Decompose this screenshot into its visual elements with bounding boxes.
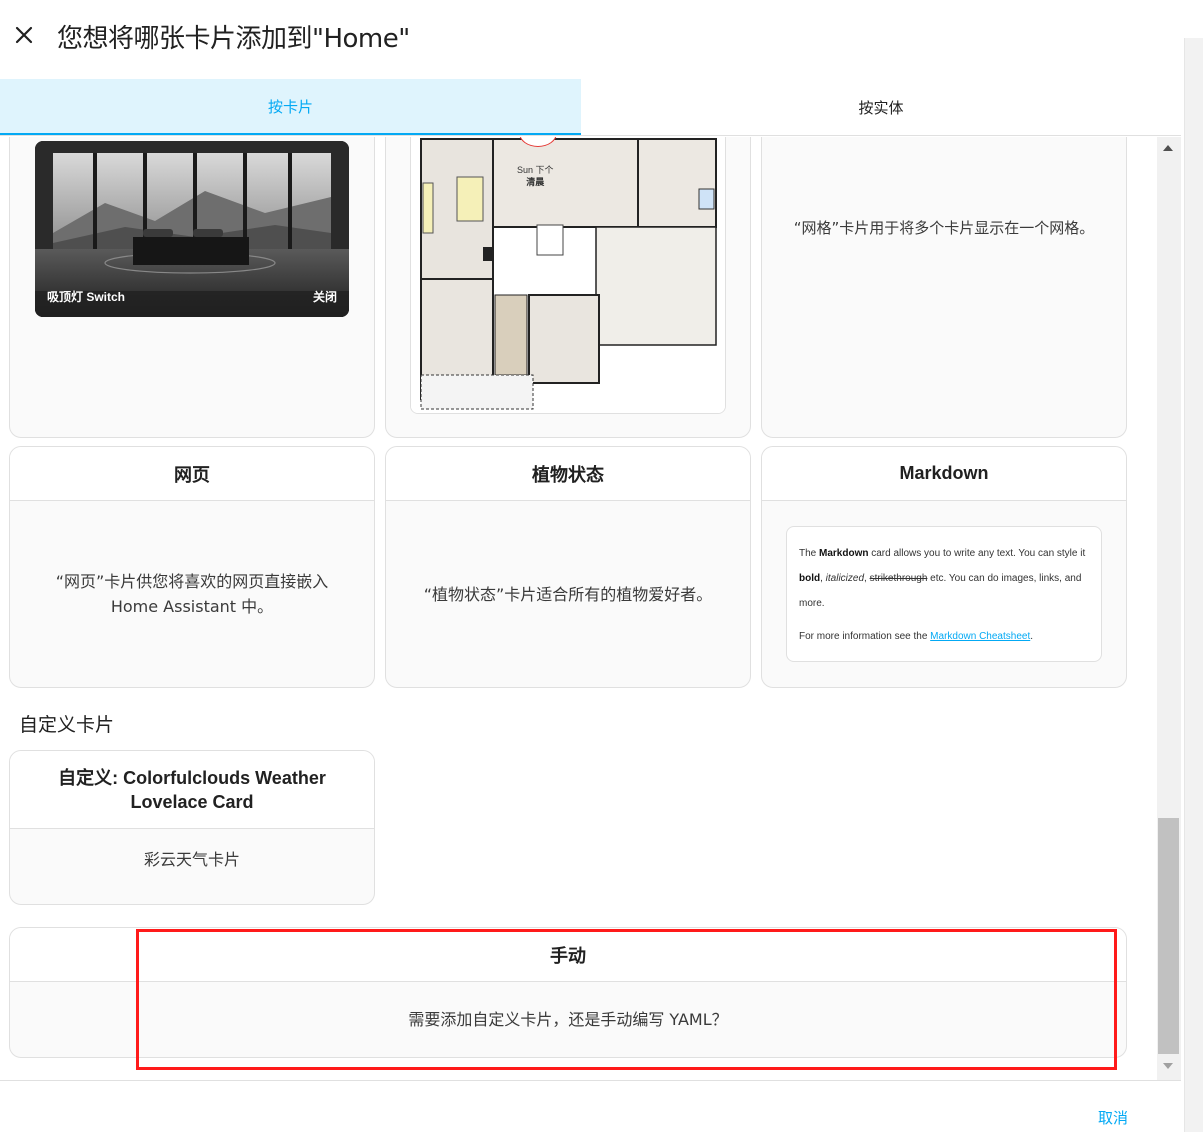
markdown-paragraph-2: For more information see the Markdown Ch… bbox=[799, 631, 1034, 642]
card-markdown[interactable]: Markdown The Markdown card allows you to… bbox=[761, 446, 1127, 688]
plant-title: 植物状态 bbox=[386, 447, 750, 501]
background-edge bbox=[1181, 0, 1203, 1132]
scrollbar-thumb[interactable] bbox=[1158, 818, 1179, 1054]
markdown-title: Markdown bbox=[762, 447, 1126, 501]
floorplan-preview: 2024... Sun 下个 清晨 bbox=[410, 137, 726, 414]
card-list: 吸顶灯 Switch 关闭 Sun 下个 清晨 “网格”卡片用于将多个卡片显示在… bbox=[0, 137, 1156, 1080]
add-card-dialog: 您想将哪张卡片添加到"Home" 按卡片 按实体 吸顶灯 Switch 关闭 S… bbox=[0, 0, 1181, 1132]
card-webpage[interactable]: 网页 “网页”卡片供您将喜欢的网页直接嵌入 Home Assistant 中。 bbox=[9, 446, 375, 688]
colorful-description: 彩云天气卡片 bbox=[143, 849, 240, 869]
scroll-down-arrow-icon[interactable] bbox=[1163, 1063, 1173, 1069]
tab-by-card[interactable]: 按卡片 bbox=[0, 79, 581, 135]
light-preview: 吸顶灯 Switch 关闭 bbox=[35, 141, 349, 317]
manual-description: 需要添加自定义卡片，还是手动编写 YAML？ bbox=[408, 1009, 728, 1029]
scrollbar[interactable] bbox=[1157, 137, 1181, 1080]
cancel-button[interactable]: 取消 bbox=[1085, 1099, 1141, 1132]
card-manual[interactable]: 手动 需要添加自定义卡片，还是手动编写 YAML？ bbox=[9, 927, 1127, 1058]
close-icon bbox=[15, 26, 33, 44]
markdown-preview: The Markdown card allows you to write an… bbox=[786, 526, 1102, 662]
background-panel bbox=[1184, 38, 1203, 1132]
card-grid[interactable]: “网格”卡片用于将多个卡片显示在一个网格。 bbox=[761, 137, 1127, 438]
card-light[interactable]: 吸顶灯 Switch 关闭 bbox=[9, 137, 375, 438]
tab-by-entity[interactable]: 按实体 bbox=[581, 79, 1181, 135]
grid-description: “网格”卡片用于将多个卡片显示在一个网格。 bbox=[793, 218, 1095, 237]
dialog-footer: 取消 bbox=[0, 1080, 1181, 1132]
floorplan-sun-label: Sun 下个 清晨 bbox=[517, 165, 554, 187]
close-button[interactable] bbox=[8, 19, 40, 51]
tab-bar: 按卡片 按实体 bbox=[0, 79, 1181, 136]
plant-description: “植物状态”卡片适合所有的植物爱好者。 bbox=[423, 584, 713, 604]
webpage-title: 网页 bbox=[10, 447, 374, 501]
card-colorfulclouds-weather[interactable]: 自定义: Colorfulclouds Weather Lovelace Car… bbox=[9, 750, 375, 905]
scroll-up-arrow-icon[interactable] bbox=[1163, 145, 1173, 151]
custom-cards-section-label: 自定义卡片 bbox=[19, 714, 115, 736]
card-plant-status[interactable]: 植物状态 “植物状态”卡片适合所有的植物爱好者。 bbox=[385, 446, 751, 688]
light-entity-label: 吸顶灯 Switch bbox=[47, 290, 126, 304]
colorful-title: 自定义: Colorfulclouds Weather Lovelace Car… bbox=[10, 751, 374, 829]
markdown-cheatsheet-link[interactable]: Markdown Cheatsheet bbox=[930, 631, 1030, 642]
markdown-paragraph-1: The Markdown card allows you to write an… bbox=[799, 548, 1086, 609]
webpage-description: “网页”卡片供您将喜欢的网页直接嵌入 Home Assistant 中。 bbox=[55, 572, 329, 616]
manual-title: 手动 bbox=[10, 928, 1126, 982]
dialog-title: 您想将哪张卡片添加到"Home" bbox=[57, 24, 410, 54]
card-picture-elements[interactable]: 2024... Sun 下个 清晨 bbox=[385, 137, 751, 438]
light-state: 关闭 bbox=[312, 290, 337, 304]
dialog-header: 您想将哪张卡片添加到"Home" bbox=[0, 0, 1181, 78]
floorplan-image bbox=[411, 137, 725, 413]
